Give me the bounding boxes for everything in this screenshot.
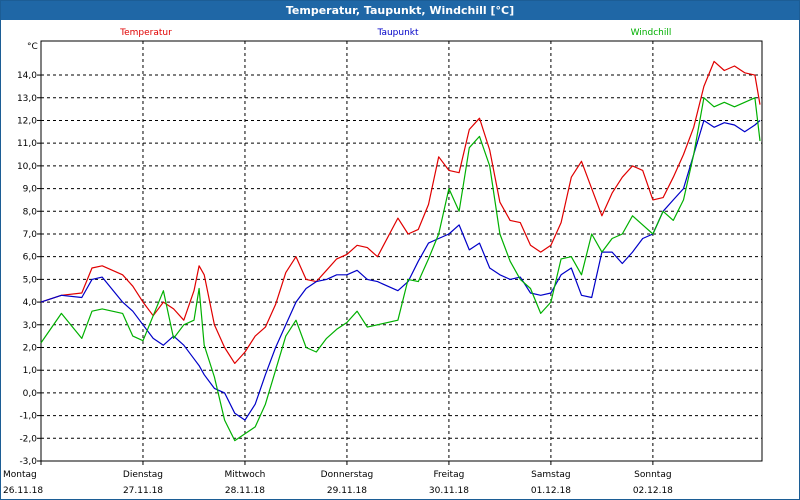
legend-item-windchill: Windchill: [631, 28, 672, 38]
x-tick-date: 28.11.18: [225, 486, 265, 496]
x-tick-day: Samstag: [531, 470, 570, 480]
y-axis-unit: °C: [27, 42, 38, 52]
x-tick-date: 02.12.18: [633, 486, 673, 496]
y-tick-label: 8,0: [23, 207, 38, 217]
x-tick-date: 27.11.18: [123, 486, 163, 496]
y-tick-label: 2,0: [23, 343, 38, 353]
y-tick-label: 5,0: [23, 275, 38, 285]
y-tick-label: 12,0: [17, 116, 37, 126]
y-tick-label: 4,0: [23, 298, 38, 308]
x-tick-date: 26.11.18: [3, 486, 43, 496]
x-tick-day: Freitag: [434, 470, 465, 480]
x-axis-ticks: Montag 26.11.18 Dienstag 27.11.18 Mittwoch 28…: [3, 461, 673, 496]
legend-item-temperatur: Temperatur: [119, 28, 172, 38]
x-tick-date: 30.11.18: [429, 486, 469, 496]
legend: Temperatur Taupunkt Windchill: [119, 28, 671, 38]
chart-window: Temperatur, Taupunkt, Windchill [°C] -3,…: [0, 0, 800, 500]
legend-item-taupunkt: Taupunkt: [376, 28, 419, 38]
x-tick-day: Donnerstag: [321, 470, 374, 480]
plot-area: [40, 40, 763, 462]
chart-plot: -3,0 -2,0 -1,0 0,0 1,0 2,0 3,0 4,0 5,0 6,0 7,0 8,0 9…: [3, 28, 763, 496]
y-tick-label: 11,0: [17, 139, 37, 149]
x-tick-date: 01.12.18: [531, 486, 571, 496]
y-tick-label: 7,0: [23, 230, 38, 240]
x-tick-day: Sonntag: [634, 470, 671, 480]
y-tick-label: -2,0: [19, 434, 37, 444]
y-tick-label: 10,0: [17, 162, 37, 172]
y-axis-ticks: -3,0 -2,0 -1,0 0,0 1,0 2,0 3,0 4,0 5,0 6,0 7,0 8,0 9…: [17, 71, 41, 467]
x-tick-day: Dienstag: [123, 470, 163, 480]
x-tick-date: 29.11.18: [327, 486, 367, 496]
y-tick-label: 0,0: [23, 389, 38, 399]
y-tick-label: 3,0: [23, 321, 38, 331]
y-tick-label: 6,0: [23, 253, 38, 263]
y-tick-label: 14,0: [17, 71, 37, 81]
y-tick-label: 9,0: [23, 185, 38, 195]
y-tick-label: -3,0: [19, 457, 37, 467]
y-tick-label: 1,0: [23, 366, 38, 376]
y-tick-label: 13,0: [17, 94, 37, 104]
x-tick-day: Montag: [3, 470, 37, 480]
x-tick-day: Mittwoch: [225, 470, 266, 480]
y-tick-label: -1,0: [19, 412, 37, 422]
